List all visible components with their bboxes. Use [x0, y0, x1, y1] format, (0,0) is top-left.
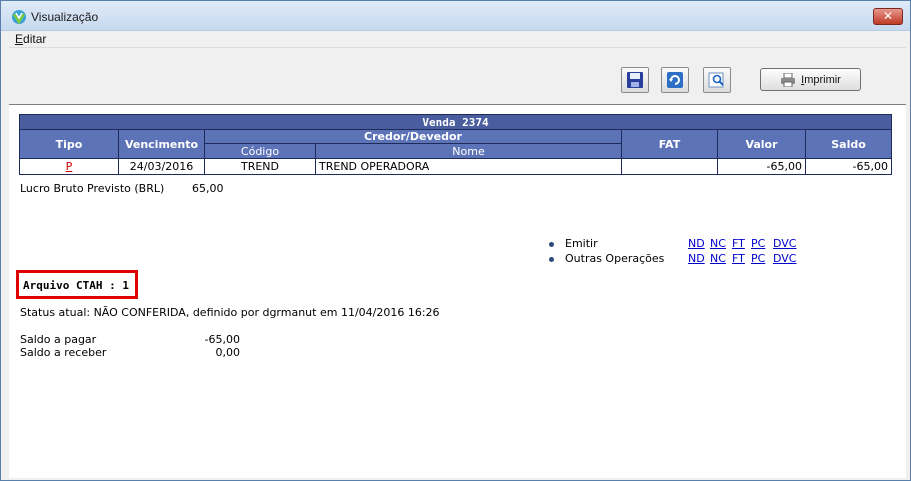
table-row: P 24/03/2016 TREND TREND OPERADORA -65,0…	[19, 158, 892, 175]
window: Visualização ✕ Editar Imprimir Venda 237…	[0, 0, 911, 481]
cell-vencimento: 24/03/2016	[118, 158, 205, 175]
operation-label: Emitir	[565, 237, 598, 250]
lucro-value: 65,00	[192, 182, 224, 195]
saldo-value: 0,00	[215, 346, 241, 359]
cell-codigo: TREND	[204, 158, 316, 175]
col-codigo: Código	[204, 143, 316, 159]
venda-title: Venda 2374	[19, 114, 892, 130]
tipo-link[interactable]: P	[66, 160, 73, 173]
operation-label: Outras Operações	[565, 252, 665, 265]
emitir-ft-link[interactable]: FT	[732, 237, 745, 250]
outras-ft-link[interactable]: FT	[732, 252, 745, 265]
close-button[interactable]: ✕	[873, 8, 903, 25]
cell-saldo: -65,00	[805, 158, 892, 175]
saldo-label: Saldo a receber	[20, 346, 107, 359]
col-saldo: Saldo	[805, 129, 892, 159]
menu-editar-rest: ditar	[23, 32, 47, 46]
bullet-icon	[549, 242, 554, 247]
content-area: Venda 2374 Tipo Vencimento Credor/Devedo…	[9, 104, 906, 478]
col-vencimento: Vencimento	[118, 129, 205, 159]
outras-dvc-link[interactable]: DVC	[773, 252, 796, 265]
refresh-button[interactable]	[661, 67, 689, 93]
outras-pc-link[interactable]: PC	[751, 252, 765, 265]
title-bar: Visualização ✕	[1, 1, 910, 31]
save-button[interactable]	[621, 67, 649, 93]
cell-fat	[621, 158, 718, 175]
refresh-icon	[667, 72, 683, 88]
operations-list: Emitir ND NC FT PC DVC Outras Operações …	[547, 237, 847, 267]
emitir-pc-link[interactable]: PC	[751, 237, 765, 250]
status-text: Status atual: NÃO CONFERIDA, definido po…	[20, 306, 440, 319]
outras-nc-link[interactable]: NC	[710, 252, 726, 265]
saldo-label: Saldo a pagar	[20, 333, 97, 346]
bullet-icon	[549, 257, 554, 262]
save-icon	[627, 72, 643, 88]
lucro-label: Lucro Bruto Previsto (BRL)	[20, 182, 165, 195]
col-fat: FAT	[621, 129, 718, 159]
emitir-nd-link[interactable]: ND	[688, 237, 705, 250]
zoom-button[interactable]	[703, 67, 731, 93]
app-logo-icon	[12, 10, 26, 25]
cell-tipo: P	[19, 158, 119, 175]
col-valor: Valor	[717, 129, 806, 159]
saldo-value: -65,00	[204, 333, 240, 346]
menu-bar: Editar	[1, 31, 910, 47]
operation-emitir: Emitir ND NC FT PC DVC	[547, 237, 847, 252]
window-title: Visualização	[31, 10, 99, 24]
emitir-nc-link[interactable]: NC	[710, 237, 726, 250]
col-credor-devedor: Credor/Devedor	[204, 129, 622, 144]
magnifier-icon	[708, 72, 724, 88]
emitir-dvc-link[interactable]: DVC	[773, 237, 796, 250]
saldo-pagar-row: Saldo a pagar -65,00	[20, 333, 240, 346]
saldo-receber-row: Saldo a receber 0,00	[20, 346, 240, 359]
toolbar: Imprimir	[9, 47, 906, 103]
lucro-bruto: Lucro Bruto Previsto (BRL) 65,00	[20, 182, 224, 195]
menu-editar[interactable]: Editar	[15, 32, 46, 46]
print-label: Imprimir	[801, 73, 841, 86]
saldo-summary: Saldo a pagar -65,00 Saldo a receber 0,0…	[20, 333, 240, 359]
venda-table: Venda 2374 Tipo Vencimento Credor/Devedo…	[19, 114, 892, 175]
col-tipo: Tipo	[19, 129, 119, 159]
cell-valor: -65,00	[717, 158, 806, 175]
operation-outras: Outras Operações ND NC FT PC DVC	[547, 252, 847, 267]
print-button[interactable]: Imprimir	[760, 68, 861, 91]
outras-nd-link[interactable]: ND	[688, 252, 705, 265]
col-nome: Nome	[315, 143, 622, 159]
arquivo-ctah: Arquivo CTAH : 1	[16, 270, 138, 299]
cell-nome: TREND OPERADORA	[315, 158, 622, 175]
menu-editar-mnemonic: E	[15, 32, 24, 46]
printer-icon	[781, 72, 796, 87]
